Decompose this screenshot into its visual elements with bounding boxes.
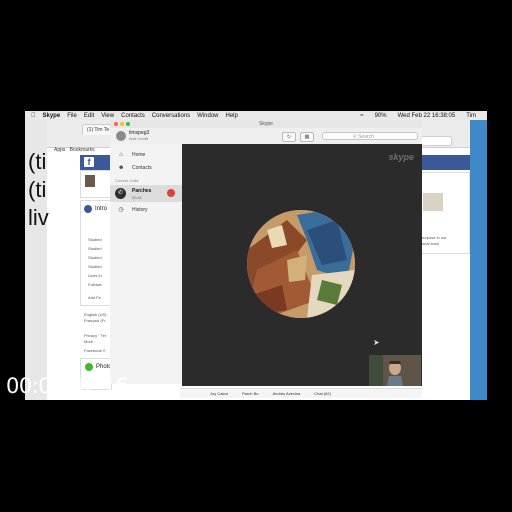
dial-pad-icon[interactable]: ▦: [300, 132, 314, 142]
video-timecode: 00:00:42;16: [6, 374, 129, 398]
user-status-label[interactable]: Add Credit: [129, 136, 148, 141]
call-phone-icon[interactable]: ↻: [282, 132, 296, 142]
footer-line: Facebook ©: [84, 348, 106, 353]
desktop-background-right: [470, 120, 487, 400]
chat-tab[interactable]: Chat (62): [314, 391, 331, 396]
bookmarks-folder[interactable]: Bookmarks: [70, 147, 95, 153]
contacts-icon: ☻: [118, 165, 125, 171]
sidebar-item-label: History: [132, 207, 148, 213]
call-duration: 00:41: [132, 195, 143, 200]
wifi-icon[interactable]: ≈: [360, 113, 363, 119]
call-contact-name: Parches: [132, 188, 152, 194]
phone-icon: ✆: [115, 188, 126, 199]
zoom-window-button[interactable]: [126, 122, 130, 126]
minimize-window-button[interactable]: [120, 122, 124, 126]
footer-line[interactable]: More ·: [84, 339, 96, 344]
facebook-right-card: purpose in our ional tools: [418, 172, 470, 254]
contact-avatar-image: [247, 210, 355, 318]
sidebar-item-label: Home: [132, 152, 146, 158]
profile-card: [80, 170, 112, 198]
intro-card: Intro Studied Studied Studied Studied Li…: [80, 200, 112, 306]
sidebar-item-home[interactable]: ⌂ Home: [110, 149, 182, 161]
intro-item: Studied: [88, 246, 102, 251]
menu-file[interactable]: File: [67, 113, 77, 119]
mouse-cursor-icon: ➤: [373, 338, 380, 347]
search-icon: ⚲: [353, 134, 357, 140]
search-input[interactable]: ⚲ Search: [322, 132, 418, 140]
intro-item: Lives in: [88, 273, 102, 278]
chat-tab-bar: Joy Caton Parch Bo Andrés Azevina Chat (…: [180, 388, 422, 398]
chat-tab[interactable]: Parch Bo: [242, 391, 258, 396]
menu-view[interactable]: View: [101, 113, 114, 119]
menu-conversations[interactable]: Conversations: [152, 113, 190, 119]
menu-contacts[interactable]: Contacts: [121, 113, 145, 119]
doc-line: (ti: [28, 149, 47, 174]
sidebar-item-label: Contacts: [132, 165, 152, 171]
language-line[interactable]: Français (Fr: [84, 318, 106, 323]
current-call-item[interactable]: ✆ Parches 00:41: [110, 185, 182, 202]
ad-image[interactable]: [423, 193, 443, 211]
self-view-video[interactable]: [369, 355, 421, 386]
right-card-text: purpose in our: [421, 235, 447, 240]
search-placeholder: Search: [358, 134, 374, 140]
chat-tab[interactable]: Andrés Azevina: [272, 391, 300, 396]
avatar[interactable]: [116, 131, 126, 141]
clock[interactable]: Wed Feb 22 16:38:05: [398, 113, 456, 119]
add-featured-link[interactable]: Add Fe: [88, 295, 101, 300]
mac-menu-bar:  Skype File Edit View Contacts Conversa…: [25, 111, 487, 120]
end-call-button[interactable]: [167, 189, 175, 197]
facebook-logo-icon[interactable]: f: [84, 157, 94, 167]
footer-line[interactable]: Privacy · Ter: [84, 333, 106, 338]
profile-photo[interactable]: [85, 175, 95, 187]
menu-app-skype[interactable]: Skype: [43, 113, 61, 119]
close-window-button[interactable]: [114, 122, 118, 126]
sidebar-item-contacts[interactable]: ☻ Contacts: [110, 162, 182, 174]
doc-line: (ti: [28, 177, 47, 202]
sidebar-item-history[interactable]: ◷ History: [110, 204, 182, 216]
chat-tab[interactable]: Joy Caton: [210, 391, 228, 396]
intro-icon: [84, 205, 92, 213]
user-name[interactable]: Tim: [466, 113, 476, 119]
skype-logo: skype: [388, 152, 414, 162]
battery-percent[interactable]: 90%: [375, 113, 387, 119]
intro-item: Studied: [88, 264, 102, 269]
background-document-text: (ti (ti liv: [28, 148, 49, 232]
bookmarks-bar: Apps Bookmarks: [54, 147, 95, 153]
intro-item: Studied: [88, 255, 102, 260]
history-clock-icon: ◷: [118, 207, 124, 213]
right-card-text: ional tools: [421, 241, 440, 246]
window-title: Skype: [259, 121, 273, 127]
menu-window[interactable]: Window: [197, 113, 218, 119]
intro-item: Followe: [88, 282, 102, 287]
tab-title: (1) Tim Te: [87, 127, 110, 133]
menu-help[interactable]: Help: [226, 113, 238, 119]
apple-icon[interactable]: : [31, 113, 36, 119]
doc-line: liv: [28, 205, 49, 230]
apps-bookmark[interactable]: Apps: [54, 147, 65, 153]
intro-item: Studied: [88, 237, 102, 242]
skype-toolbar: timspeg3 Add Credit ↻ ▦ ⚲ Search: [110, 128, 422, 145]
language-line[interactable]: English (US): [84, 312, 106, 317]
current-calls-header: Current Calls: [115, 178, 139, 183]
menu-edit[interactable]: Edit: [84, 113, 94, 119]
photos-icon: [85, 363, 93, 371]
skype-sidebar: ⌂ Home ☻ Contacts Current Calls ✆ Parche…: [110, 144, 183, 384]
intro-heading: Intro: [95, 206, 108, 212]
home-icon: ⌂: [119, 152, 123, 158]
